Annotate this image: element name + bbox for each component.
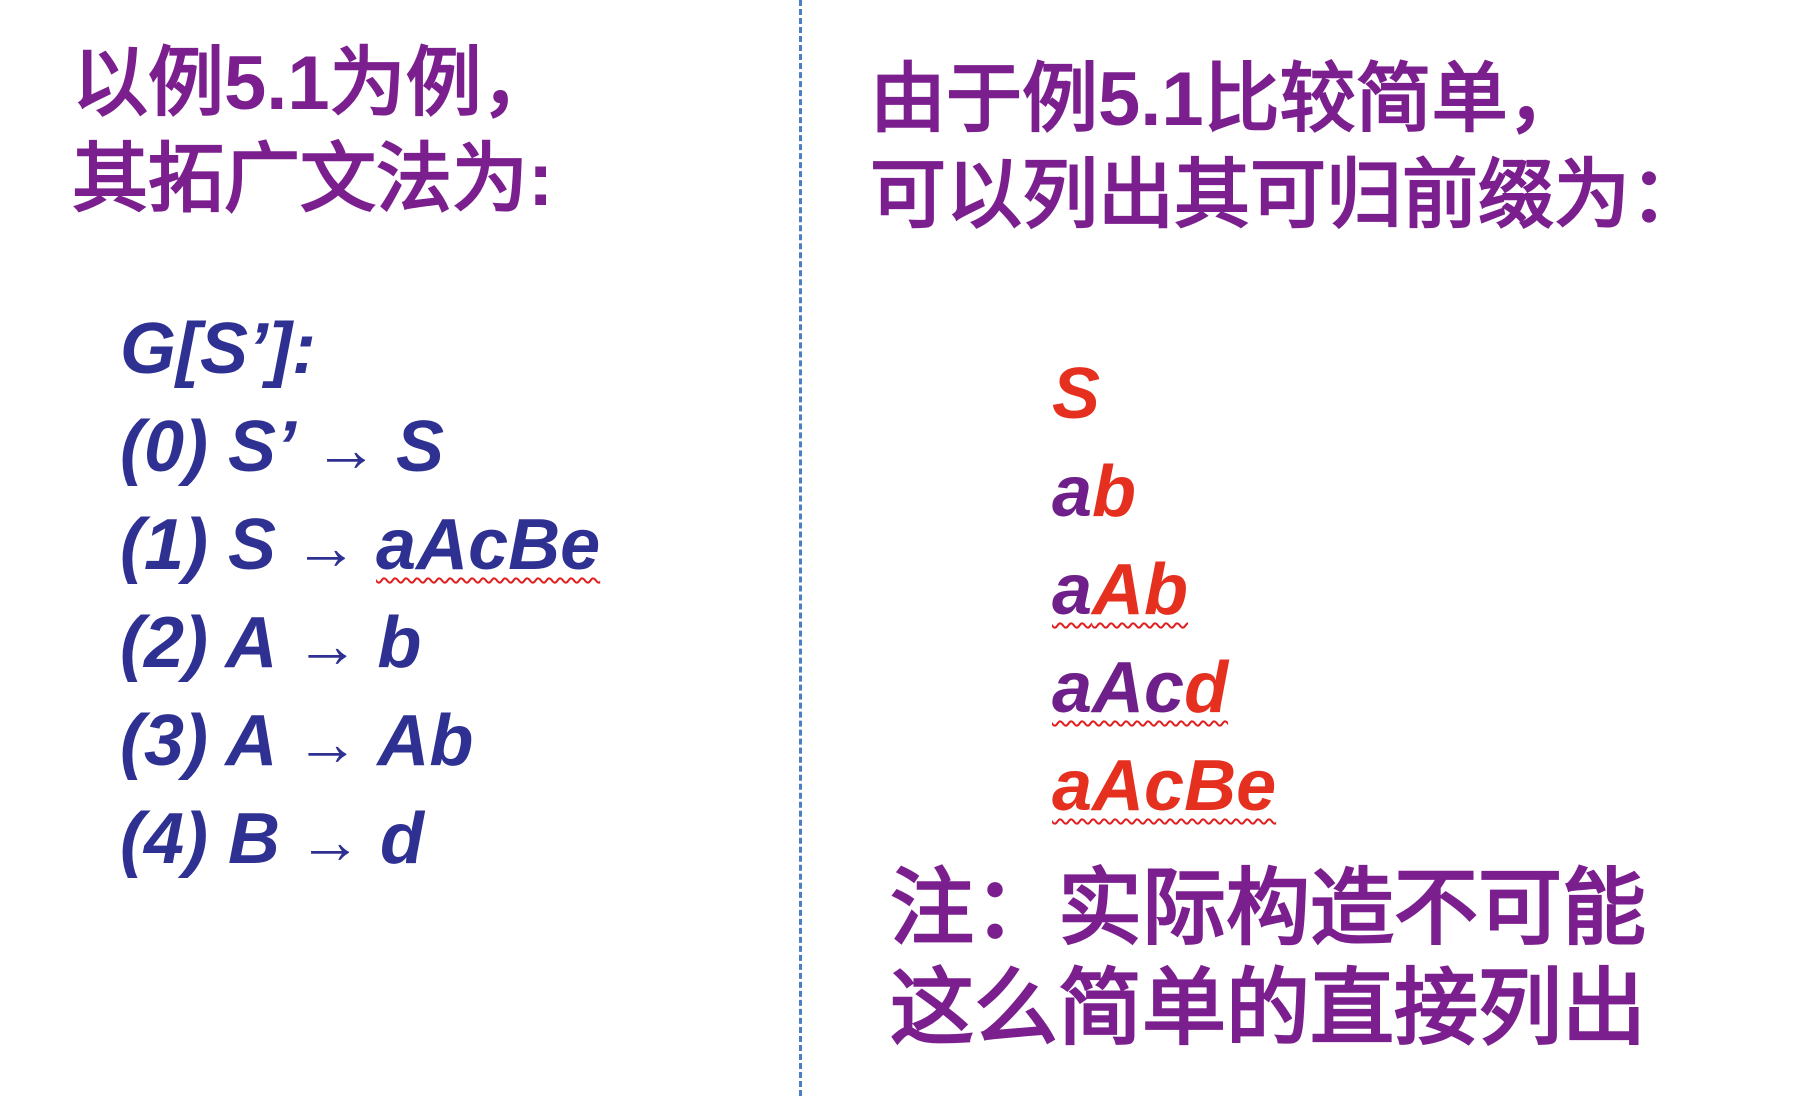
production-rhs: b bbox=[377, 603, 422, 683]
prefix-highlight: S bbox=[1052, 354, 1101, 434]
production-arrow: → bbox=[295, 609, 360, 681]
production-rhs: aAcBe bbox=[376, 505, 601, 585]
prefix-item: ab bbox=[1052, 443, 1276, 541]
production-arrow: → bbox=[294, 511, 359, 583]
prefix-item: aAb bbox=[1052, 541, 1276, 639]
prefix-highlight: aAcBe bbox=[1052, 746, 1277, 826]
production-lhs: A bbox=[225, 603, 278, 683]
prefix-highlight: Ab bbox=[1092, 550, 1189, 630]
production-number: (4) bbox=[120, 799, 208, 879]
prefix-item: aAcd bbox=[1052, 639, 1276, 737]
production-rhs: S bbox=[396, 407, 445, 487]
production-number: (1) bbox=[120, 505, 208, 585]
viable-prefix-list: S ab aAb aAcd aAcBe bbox=[1052, 345, 1276, 835]
left-heading-line-2: 其拓广文法为: bbox=[72, 137, 554, 222]
left-heading-line-1: 以例5.1为例， bbox=[72, 41, 558, 126]
prefix-highlight: b bbox=[1092, 452, 1137, 532]
left-heading: 以例5.1为例， 其拓广文法为: bbox=[72, 36, 558, 228]
prefix-plain: aAc bbox=[1052, 648, 1185, 728]
production-arrow: → bbox=[295, 707, 360, 779]
column-divider bbox=[799, 0, 802, 1096]
right-heading-line-1: 由于例5.1比较简单， bbox=[870, 57, 1584, 142]
production-number: (3) bbox=[120, 701, 208, 781]
production-lhs: A bbox=[225, 701, 278, 781]
prefix-item: aAcBe bbox=[1052, 737, 1276, 835]
production-3: (3) A → Ab bbox=[120, 692, 600, 790]
prefix-highlight: d bbox=[1184, 648, 1229, 728]
grammar-block: G[S’]: (0) S’ → S (1) S → aAcBe (2) A → b (3) … bbox=[120, 300, 600, 888]
right-heading-line-2: 可以列出其可归前缀为： bbox=[870, 153, 1706, 238]
prefix-plain: a bbox=[1052, 550, 1093, 630]
production-4: (4) B → d bbox=[120, 790, 600, 888]
production-lhs: B bbox=[228, 799, 281, 879]
slide: 以例5.1为例， 其拓广文法为: G[S’]: (0) S’ → S (1) S → a… bbox=[0, 0, 1802, 1096]
note-line-2: 这么简单的直接列出 bbox=[890, 961, 1647, 1055]
production-arrow: → bbox=[298, 805, 363, 877]
production-0: (0) S’ → S bbox=[120, 398, 600, 496]
production-1: (1) S → aAcBe bbox=[120, 496, 600, 594]
production-number: (0) bbox=[120, 407, 208, 487]
prefix-plain: a bbox=[1052, 452, 1093, 532]
production-lhs: S’ bbox=[228, 407, 297, 487]
production-rhs: d bbox=[380, 799, 424, 879]
production-number: (2) bbox=[120, 603, 208, 683]
note-line-1: 注：实际构造不可能 bbox=[890, 861, 1647, 955]
production-arrow: → bbox=[314, 413, 379, 485]
production-2: (2) A → b bbox=[120, 594, 600, 692]
production-lhs: S bbox=[228, 505, 277, 585]
prefix-item: S bbox=[1052, 345, 1276, 443]
grammar-title: G[S’]: bbox=[120, 309, 316, 389]
right-heading: 由于例5.1比较简单， 可以列出其可归前缀为： bbox=[870, 52, 1706, 244]
note-text: 注：实际构造不可能 这么简单的直接列出 bbox=[890, 858, 1646, 1058]
production-rhs: Ab bbox=[377, 701, 474, 781]
